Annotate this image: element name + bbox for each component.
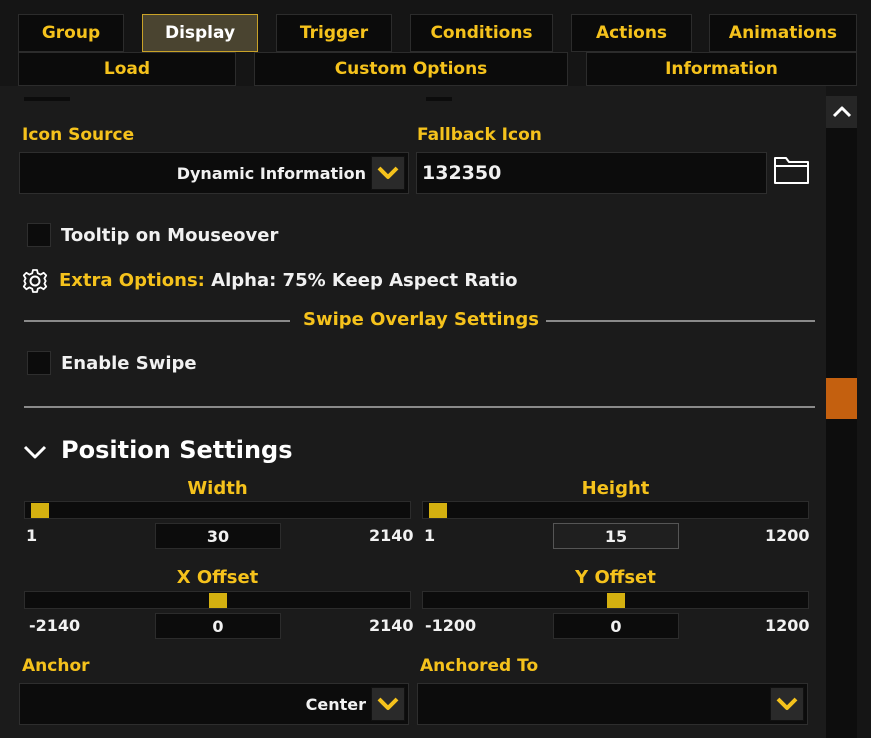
x-offset-input[interactable]: 0 [155, 613, 281, 639]
tab-display[interactable]: Display [142, 14, 258, 52]
gear-icon[interactable] [22, 268, 48, 298]
fallback-icon-label: Fallback Icon [417, 125, 542, 145]
tab-conditions[interactable]: Conditions [410, 14, 553, 52]
tab-trigger[interactable]: Trigger [276, 14, 392, 52]
extra-options[interactable]: Extra Options: Alpha: 75% Keep Aspect Ra… [59, 270, 518, 291]
slider-thumb[interactable] [607, 593, 625, 608]
divider [24, 406, 815, 408]
chevron-up-icon [832, 106, 851, 118]
x-offset-max: 2140 [369, 616, 414, 635]
tab-custom-options[interactable]: Custom Options [254, 52, 568, 86]
tab-label: Load [103, 59, 151, 79]
divider [546, 320, 815, 322]
tab-label: Information [665, 59, 778, 79]
scrollbar-thumb[interactable] [826, 378, 857, 419]
height-label: Height [581, 478, 650, 499]
y-offset-slider[interactable] [422, 591, 809, 609]
icon-source-value: Dynamic Information [176, 163, 366, 183]
divider [24, 320, 290, 322]
tooltip-label: Tooltip on Mouseover [61, 225, 279, 246]
chevron-down-icon[interactable] [770, 687, 804, 721]
icon-source-label: Icon Source [22, 125, 135, 145]
height-slider[interactable] [422, 501, 809, 519]
y-offset-min: -1200 [425, 616, 477, 635]
enable-swipe-checkbox[interactable] [27, 351, 51, 375]
y-offset-label: Y Offset [575, 567, 656, 588]
position-settings-title[interactable]: Position Settings [61, 436, 293, 464]
extra-options-label: Extra Options: [59, 270, 205, 291]
x-offset-slider[interactable] [24, 591, 411, 609]
tab-label: Actions [595, 23, 668, 43]
anchor-label: Anchor [22, 656, 90, 676]
tooltip-checkbox[interactable] [27, 223, 51, 247]
width-min: 1 [26, 526, 38, 545]
chevron-down-icon[interactable] [371, 156, 405, 190]
tab-load[interactable]: Load [18, 52, 236, 86]
tab-actions[interactable]: Actions [571, 14, 692, 52]
x-offset-label: X Offset [176, 567, 259, 588]
width-max: 2140 [369, 526, 414, 545]
collapse-chevron-icon[interactable] [22, 443, 48, 465]
y-offset-max: 1200 [765, 616, 810, 635]
tab-label: Custom Options [334, 59, 488, 79]
height-input[interactable]: 15 [553, 523, 679, 549]
width-label: Width [187, 478, 248, 499]
partial-widget [426, 97, 452, 101]
partial-widget [24, 97, 70, 101]
anchored-to-dropdown[interactable] [417, 683, 808, 725]
width-slider[interactable] [24, 501, 411, 519]
tab-label: Trigger [299, 23, 369, 43]
folder-icon[interactable] [773, 154, 811, 190]
enable-swipe-label: Enable Swipe [61, 353, 197, 374]
tab-label: Animations [728, 23, 838, 43]
height-max: 1200 [765, 526, 810, 545]
tab-group[interactable]: Group [18, 14, 124, 52]
extra-options-value: Alpha: 75% Keep Aspect Ratio [211, 270, 518, 291]
anchor-value: Center [305, 694, 366, 714]
x-offset-min: -2140 [29, 616, 81, 635]
tab-information[interactable]: Information [586, 52, 857, 86]
height-min: 1 [424, 526, 436, 545]
anchor-dropdown[interactable]: Center [19, 683, 409, 725]
slider-thumb[interactable] [31, 503, 49, 518]
chevron-down-icon[interactable] [371, 687, 405, 721]
slider-thumb[interactable] [429, 503, 447, 518]
swipe-overlay-heading: Swipe Overlay Settings [303, 309, 539, 330]
tab-label: Conditions [430, 23, 533, 43]
tab-animations[interactable]: Animations [709, 14, 857, 52]
anchored-to-label: Anchored To [420, 656, 539, 676]
fallback-icon-value: 132350 [422, 162, 502, 184]
width-input[interactable]: 30 [155, 523, 281, 549]
slider-thumb[interactable] [209, 593, 227, 608]
y-offset-input[interactable]: 0 [553, 613, 679, 639]
scroll-up-button[interactable] [826, 96, 857, 128]
tab-label: Display [164, 23, 236, 43]
tab-label: Group [41, 23, 101, 43]
icon-source-dropdown[interactable]: Dynamic Information [19, 152, 409, 194]
fallback-icon-input[interactable]: 132350 [416, 152, 767, 194]
